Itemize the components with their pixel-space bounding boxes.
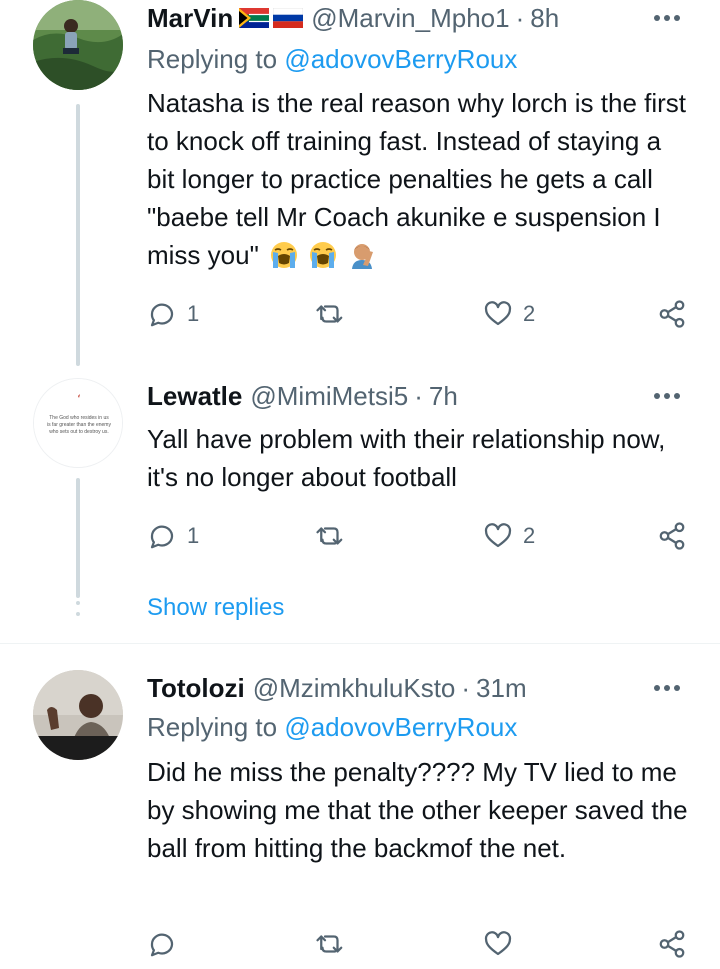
replying-to-label: Replying to <box>147 44 285 74</box>
south-africa-flag-icon <box>239 8 270 28</box>
svg-text:is far greater than the enemy: is far greater than the enemy <box>47 422 111 428</box>
retweet-icon <box>316 935 343 953</box>
like-button[interactable] <box>483 926 513 962</box>
tweet-actions: 1 2 <box>147 296 692 332</box>
like-count: 2 <box>523 301 536 326</box>
share-button[interactable] <box>657 518 687 554</box>
more-options-icon[interactable] <box>654 8 686 24</box>
retweet-icon <box>316 305 343 323</box>
reply-count: 1 <box>187 301 200 326</box>
tweet-body: Natasha is the real reason why lorch is … <box>147 88 687 270</box>
avatar-photo <box>33 670 123 760</box>
separator: · <box>515 2 525 33</box>
handle[interactable]: @MzimkhuluKsto <box>253 673 456 704</box>
retweet-button[interactable] <box>315 296 345 332</box>
more-options-icon[interactable] <box>654 678 686 694</box>
tweet-header: MarVin @Marvin_Mpho1 · 8h <box>147 0 559 36</box>
tweet-body: Yall have problem with their relationshi… <box>147 424 666 492</box>
tweet-text: Natasha is the real reason why lorch is … <box>147 84 692 274</box>
like-button[interactable]: 2 <box>483 518 535 554</box>
timestamp[interactable]: 8h <box>530 3 559 34</box>
tweet-text: Yall have problem with their relationshi… <box>147 420 692 496</box>
thread-line <box>76 104 80 366</box>
reply-icon <box>150 303 174 327</box>
heart-icon <box>484 301 512 326</box>
thread-line <box>76 478 80 598</box>
tweet-actions: 1 2 <box>147 518 692 554</box>
reply-icon <box>150 933 174 957</box>
handle[interactable]: @Marvin_Mpho1 <box>311 3 509 34</box>
timestamp[interactable]: 31m <box>476 673 527 704</box>
loudly-crying-face-icon <box>310 242 337 268</box>
thread-dots <box>76 590 80 623</box>
tweet-text: Did he miss the penalty???? My TV lied t… <box>147 753 692 867</box>
share-icon <box>659 930 685 958</box>
avatar[interactable]: The God who resides in us is far greater… <box>33 378 123 468</box>
handle[interactable]: @MimiMetsi5 <box>250 381 408 412</box>
mention-link[interactable]: @adovovBerryRoux <box>284 44 517 74</box>
svg-text:who sets out to destroy us.: who sets out to destroy us. <box>49 429 108 435</box>
avatar-photo <box>33 0 123 90</box>
avatar[interactable] <box>33 670 123 760</box>
divider <box>0 643 720 644</box>
show-replies-link[interactable]: Show replies <box>147 594 284 622</box>
share-icon <box>659 300 685 328</box>
share-button[interactable] <box>657 296 687 332</box>
display-name[interactable]: Totolozi <box>147 673 245 704</box>
replying-to-label: Replying to <box>147 712 285 742</box>
reply-icon <box>150 525 174 549</box>
tweet-header: Totolozi @MzimkhuluKsto · 31m <box>147 670 527 706</box>
heart-icon <box>484 523 512 548</box>
avatar-quote-image: The God who resides in us is far greater… <box>34 379 122 467</box>
replying-to: Replying to @adovovBerryRoux <box>147 44 517 75</box>
like-count: 2 <box>523 523 536 548</box>
man-facepalming-icon <box>351 244 373 269</box>
more-options-icon[interactable] <box>654 386 686 402</box>
separator: · <box>461 672 471 703</box>
tweet-header: Lewatle @MimiMetsi5 · 7h <box>147 378 458 414</box>
tweet-body: Did he miss the penalty???? My TV lied t… <box>147 757 688 863</box>
share-icon <box>659 522 685 550</box>
reply-button[interactable] <box>147 926 177 962</box>
loudly-crying-face-icon <box>271 242 298 268</box>
retweet-button[interactable] <box>315 926 345 962</box>
heart-icon <box>484 931 512 956</box>
reply-button[interactable]: 1 <box>147 296 199 332</box>
replying-to: Replying to @adovovBerryRoux <box>147 712 517 743</box>
mention-link[interactable]: @adovovBerryRoux <box>284 712 517 742</box>
reply-button[interactable]: 1 <box>147 518 199 554</box>
like-button[interactable]: 2 <box>483 296 535 332</box>
separator: · <box>414 380 423 411</box>
display-name[interactable]: MarVin <box>147 3 233 34</box>
share-button[interactable] <box>657 926 687 962</box>
display-name[interactable]: Lewatle <box>147 381 242 412</box>
svg-text:The God who resides in us: The God who resides in us <box>49 415 109 421</box>
tweet-actions <box>147 926 692 962</box>
retweet-icon <box>316 527 343 545</box>
reply-count: 1 <box>187 523 200 548</box>
timestamp[interactable]: 7h <box>429 381 458 412</box>
russia-flag-icon <box>273 8 304 28</box>
avatar[interactable] <box>33 0 123 90</box>
retweet-button[interactable] <box>315 518 345 554</box>
